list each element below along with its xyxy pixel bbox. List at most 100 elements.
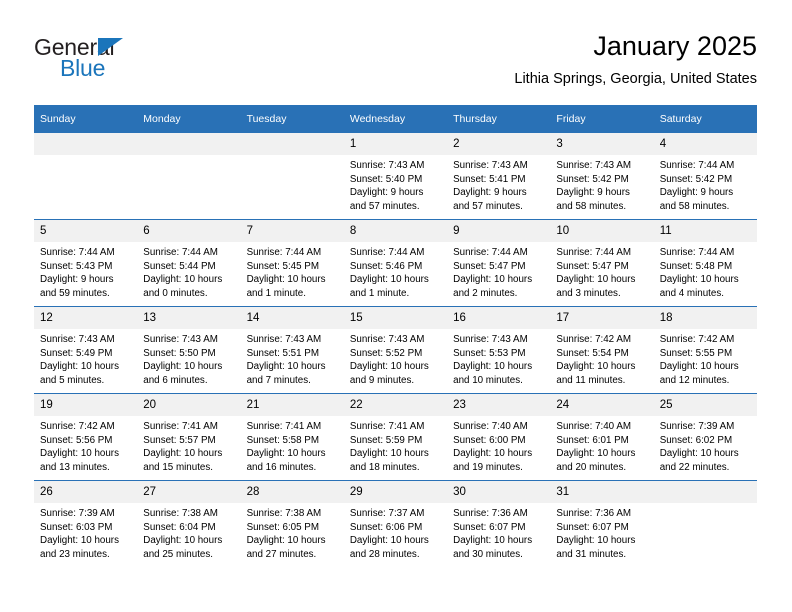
- general-blue-logo[interactable]: General Blue: [34, 34, 234, 90]
- daylight-text-line2: and 15 minutes.: [143, 461, 213, 473]
- calendar-day-cell[interactable]: 14 Sunrise: 7:43 AM Sunset: 5:51 PM Dayligh…: [240, 306, 344, 394]
- daylight-text-line2: and 23 minutes.: [40, 548, 110, 560]
- sunrise-text: Sunrise: 7:42 AM: [40, 421, 115, 432]
- day-details: Sunrise: 7:43 AM Sunset: 5:53 PM Daylight:…: [447, 329, 550, 387]
- weekday-header-monday: Monday: [137, 105, 241, 133]
- day-number: 3: [550, 133, 654, 155]
- calendar-day-cell[interactable]: 28 Sunrise: 7:38 AM Sunset: 6:05 PM Dayligh…: [240, 480, 344, 567]
- daylight-text-line1: Daylight: 10 hours: [556, 361, 636, 373]
- sunrise-text: Sunrise: 7:36 AM: [556, 508, 632, 519]
- daylight-text-line2: and 31 minutes.: [556, 548, 627, 560]
- calendar-day-cell[interactable]: 6 Sunrise: 7:44 AM Sunset: 5:44 PM Daylight…: [137, 219, 241, 307]
- sunrise-text: Sunrise: 7:38 AM: [143, 508, 218, 519]
- sunrise-text: Sunrise: 7:43 AM: [453, 334, 528, 345]
- calendar-day-cell[interactable]: 12 Sunrise: 7:43 AM Sunset: 5:49 PM Dayligh…: [34, 306, 138, 394]
- day-number: 2: [447, 133, 551, 155]
- daylight-text-line1: Daylight: 10 hours: [143, 448, 223, 460]
- daylight-text-line1: Daylight: 10 hours: [659, 448, 739, 460]
- daylight-text-line2: and 9 minutes.: [349, 374, 415, 386]
- day-number: 13: [137, 307, 241, 329]
- day-details: Sunrise: 7:36 AM Sunset: 6:07 PM Daylight:…: [447, 503, 550, 561]
- calendar-day-cell[interactable]: 25 Sunrise: 7:39 AM Sunset: 6:02 PM Dayligh…: [653, 393, 757, 481]
- calendar-day-cell[interactable]: 27 Sunrise: 7:38 AM Sunset: 6:04 PM Dayligh…: [137, 480, 241, 567]
- calendar-day-cell[interactable]: 22 Sunrise: 7:41 AM Sunset: 5:59 PM Dayligh…: [343, 393, 448, 481]
- daylight-text-line2: and 58 minutes.: [556, 200, 627, 212]
- daylight-text-line1: Daylight: 10 hours: [453, 448, 533, 460]
- calendar-day-cell[interactable]: 16 Sunrise: 7:43 AM Sunset: 5:53 PM Dayligh…: [447, 306, 551, 394]
- day-details: Sunrise: 7:44 AM Sunset: 5:44 PM Daylight:…: [137, 242, 240, 300]
- daylight-text-line1: Daylight: 9 hours: [349, 187, 424, 199]
- day-details: Sunrise: 7:39 AM Sunset: 6:03 PM Daylight:…: [34, 503, 137, 561]
- calendar-day-cell[interactable]: 17 Sunrise: 7:42 AM Sunset: 5:54 PM Dayligh…: [550, 306, 654, 394]
- sunrise-text: Sunrise: 7:41 AM: [349, 421, 425, 432]
- day-number: 30: [447, 481, 551, 503]
- sunset-text: Sunset: 5:49 PM: [40, 347, 113, 359]
- calendar-day-cell[interactable]: 26 Sunrise: 7:39 AM Sunset: 6:03 PM Dayligh…: [34, 480, 138, 567]
- day-details: Sunrise: 7:41 AM Sunset: 5:59 PM Daylight:…: [344, 416, 447, 474]
- weekday-header-tuesday: Tuesday: [240, 105, 344, 133]
- calendar-day-cell[interactable]: 24 Sunrise: 7:40 AM Sunset: 6:01 PM Dayligh…: [550, 393, 654, 481]
- day-details: Sunrise: 7:43 AM Sunset: 5:49 PM Daylight:…: [34, 329, 137, 387]
- daylight-text-line1: Daylight: 10 hours: [659, 274, 739, 286]
- calendar-day-cell[interactable]: 23 Sunrise: 7:40 AM Sunset: 6:00 PM Dayligh…: [447, 393, 551, 481]
- calendar-day-cell[interactable]: 3 Sunrise: 7:43 AM Sunset: 5:42 PM Daylight…: [550, 133, 654, 220]
- daylight-text-line1: Daylight: 10 hours: [349, 274, 429, 286]
- daylight-text-line2: and 7 minutes.: [246, 374, 311, 386]
- daylight-text-line2: and 28 minutes.: [349, 548, 420, 560]
- sunset-text: Sunset: 5:59 PM: [349, 434, 423, 446]
- daylight-text-line1: Daylight: 10 hours: [453, 361, 533, 373]
- sunset-text: Sunset: 5:42 PM: [659, 173, 733, 185]
- calendar-day-cell[interactable]: 21 Sunrise: 7:41 AM Sunset: 5:58 PM Dayligh…: [240, 393, 344, 481]
- calendar-day-cell-empty: [653, 480, 757, 567]
- calendar-day-cell[interactable]: 11 Sunrise: 7:44 AM Sunset: 5:48 PM Dayligh…: [653, 219, 757, 307]
- day-details: Sunrise: 7:41 AM Sunset: 5:57 PM Daylight:…: [137, 416, 240, 474]
- sunrise-text: Sunrise: 7:44 AM: [659, 247, 735, 258]
- calendar-day-cell[interactable]: 13 Sunrise: 7:43 AM Sunset: 5:50 PM Dayligh…: [137, 306, 241, 394]
- day-number: 28: [240, 481, 344, 503]
- daylight-text-line2: and 4 minutes.: [659, 287, 724, 299]
- daylight-text-line2: and 16 minutes.: [246, 461, 317, 473]
- daylight-text-line2: and 1 minute.: [349, 287, 410, 299]
- sunset-text: Sunset: 5:55 PM: [659, 347, 733, 359]
- day-details: Sunrise: 7:43 AM Sunset: 5:41 PM Daylight:…: [447, 155, 550, 213]
- sunset-text: Sunset: 6:06 PM: [349, 521, 423, 533]
- calendar-day-cell[interactable]: 29 Sunrise: 7:37 AM Sunset: 6:06 PM Dayligh…: [343, 480, 448, 567]
- calendar-day-cell[interactable]: 30 Sunrise: 7:36 AM Sunset: 6:07 PM Dayligh…: [447, 480, 551, 567]
- day-number: 22: [343, 394, 448, 416]
- sunrise-text: Sunrise: 7:37 AM: [349, 508, 425, 519]
- calendar-day-cell[interactable]: 4 Sunrise: 7:44 AM Sunset: 5:42 PM Daylight…: [653, 133, 757, 220]
- sunrise-text: Sunrise: 7:43 AM: [143, 334, 218, 345]
- sunrise-text: Sunrise: 7:44 AM: [349, 247, 425, 258]
- sunset-text: Sunset: 5:46 PM: [349, 260, 423, 272]
- sunrise-text: Sunrise: 7:43 AM: [40, 334, 115, 345]
- calendar-day-cell[interactable]: 31 Sunrise: 7:36 AM Sunset: 6:07 PM Dayligh…: [550, 480, 654, 567]
- sunset-text: Sunset: 5:52 PM: [349, 347, 423, 359]
- sunset-text: Sunset: 5:50 PM: [143, 347, 216, 359]
- calendar-day-cell[interactable]: 10 Sunrise: 7:44 AM Sunset: 5:47 PM Dayligh…: [550, 219, 654, 307]
- calendar-day-cell[interactable]: 18 Sunrise: 7:42 AM Sunset: 5:55 PM Dayligh…: [653, 306, 757, 394]
- calendar-day-cell[interactable]: 8 Sunrise: 7:44 AM Sunset: 5:46 PM Daylight…: [343, 219, 448, 307]
- sunrise-text: Sunrise: 7:38 AM: [246, 508, 322, 519]
- sunrise-text: Sunrise: 7:43 AM: [349, 160, 425, 171]
- daylight-text-line2: and 18 minutes.: [349, 461, 420, 473]
- daylight-text-line1: Daylight: 10 hours: [556, 274, 636, 286]
- calendar-day-cell[interactable]: 1 Sunrise: 7:43 AM Sunset: 5:40 PM Daylight…: [343, 133, 448, 220]
- day-number: 21: [240, 394, 344, 416]
- daylight-text-line1: Daylight: 9 hours: [659, 187, 734, 199]
- day-number: 9: [447, 220, 551, 242]
- calendar-day-cell[interactable]: 20 Sunrise: 7:41 AM Sunset: 5:57 PM Dayligh…: [137, 393, 241, 481]
- calendar-day-cell[interactable]: 9 Sunrise: 7:44 AM Sunset: 5:47 PM Daylight…: [447, 219, 551, 307]
- day-number: 25: [653, 394, 757, 416]
- calendar-day-cell[interactable]: 5 Sunrise: 7:44 AM Sunset: 5:43 PM Daylight…: [34, 219, 138, 307]
- day-details: Sunrise: 7:42 AM Sunset: 5:54 PM Daylight:…: [550, 329, 653, 387]
- calendar-day-cell[interactable]: 15 Sunrise: 7:43 AM Sunset: 5:52 PM Dayligh…: [343, 306, 448, 394]
- calendar-day-cell[interactable]: 19 Sunrise: 7:42 AM Sunset: 5:56 PM Dayligh…: [34, 393, 138, 481]
- sunset-text: Sunset: 6:01 PM: [556, 434, 629, 446]
- weekday-header-friday: Friday: [550, 105, 654, 133]
- daylight-text-line2: and 12 minutes.: [659, 374, 730, 386]
- day-number: [137, 133, 241, 155]
- calendar-day-cell[interactable]: 2 Sunrise: 7:43 AM Sunset: 5:41 PM Daylight…: [447, 133, 551, 220]
- daylight-text-line2: and 5 minutes.: [40, 374, 105, 386]
- day-details: Sunrise: 7:39 AM Sunset: 6:02 PM Daylight:…: [654, 416, 757, 474]
- calendar-day-cell[interactable]: 7 Sunrise: 7:44 AM Sunset: 5:45 PM Daylight…: [240, 219, 344, 307]
